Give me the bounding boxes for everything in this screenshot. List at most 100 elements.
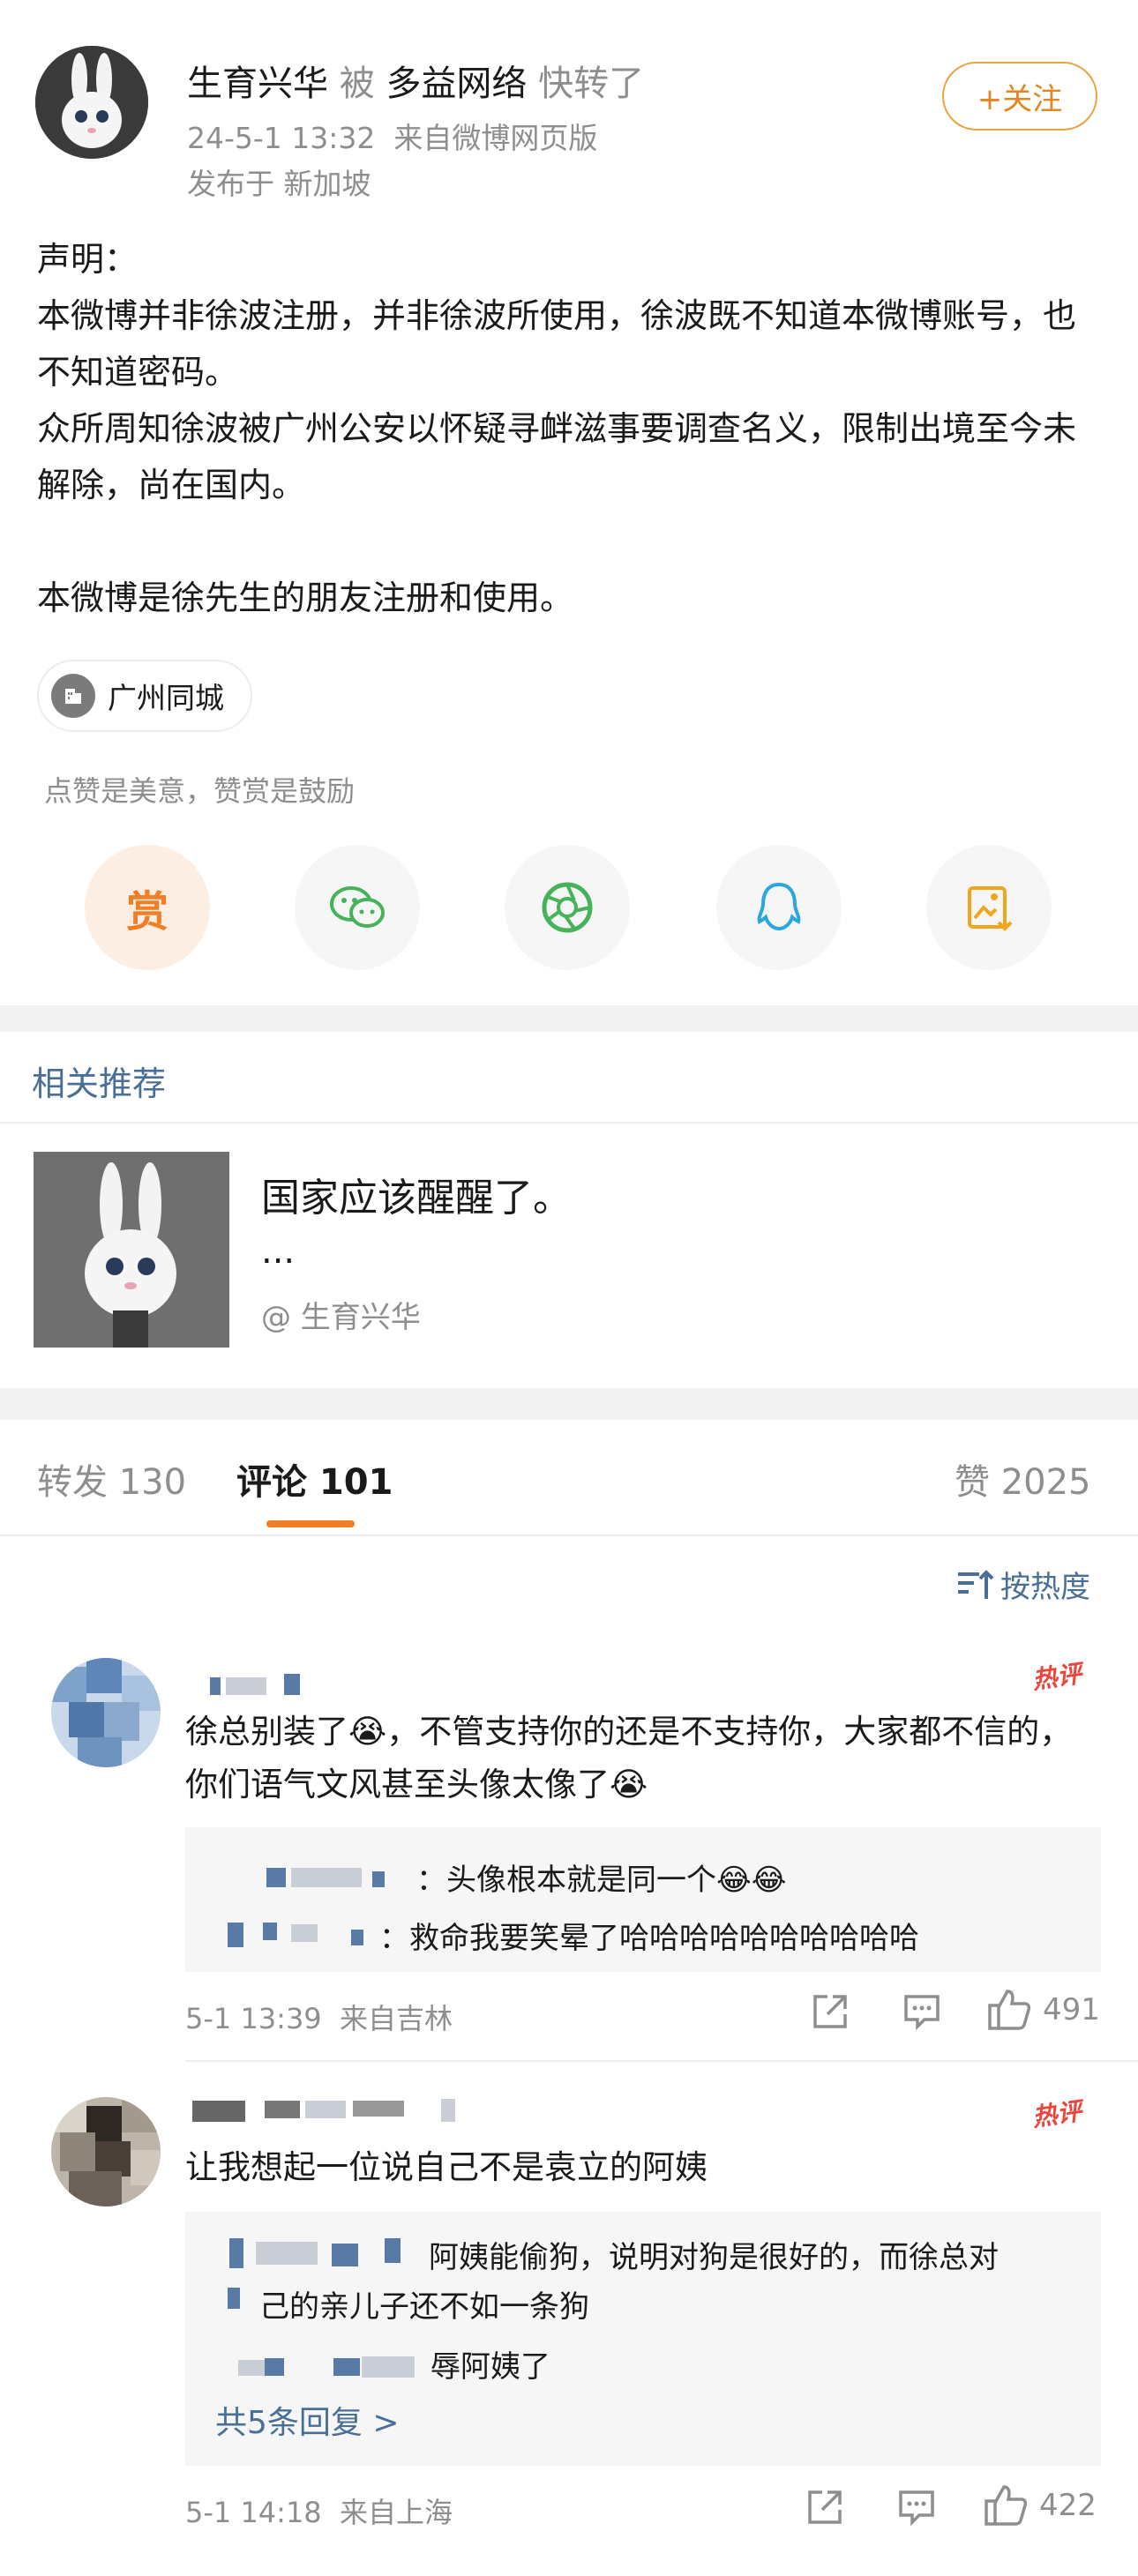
reply-comment-button[interactable] — [896, 2487, 937, 2527]
moments-icon — [542, 882, 593, 933]
repost-comment-button[interactable] — [805, 2487, 845, 2527]
blurred-reply-user — [228, 1923, 243, 1947]
blurred-reply-user — [265, 2358, 284, 2376]
like-count: 491 — [1043, 1992, 1100, 2027]
follow-button[interactable]: +关注 — [942, 62, 1097, 131]
post-source: 来自微博网页版 — [393, 121, 598, 155]
rabbit-avatar-image — [35, 46, 148, 159]
reposter-name[interactable]: 多益网络 — [386, 63, 527, 104]
blurred-reply-user — [333, 2358, 360, 2376]
reply-line: 阿姨能偷狗，说明对狗是很好的，而徐总对 — [429, 2240, 999, 2275]
tab-repost[interactable]: 转发 130 — [37, 1453, 186, 1505]
blurred-username — [226, 1677, 266, 1695]
recommend-headline[interactable]: 国家应该醒醒了。 — [261, 1166, 572, 1222]
reply-line: ：头像根本就是同一个😂😂 — [416, 1863, 787, 1898]
section-divider — [0, 1388, 1138, 1420]
recommend-title: 相关推荐 — [32, 1064, 167, 1103]
like-hint: 点赞是美意，赞赏是鼓励 — [44, 774, 356, 808]
blurred-reply-user — [291, 1924, 318, 1942]
like-comment-button[interactable]: 422 — [983, 2483, 1097, 2527]
blurred-reply-user — [385, 2238, 401, 2263]
wechat-share-button[interactable] — [295, 845, 420, 970]
blurred-reply-user — [238, 2360, 265, 2376]
reply-line: ：救命我要笑晕了哈哈哈哈哈哈哈哈哈哈 — [379, 1921, 919, 1956]
divider — [185, 2060, 1138, 2062]
active-tab-indicator — [266, 1520, 355, 1527]
sort-label: 按热度 — [1000, 1570, 1090, 1605]
blurred-reply-user — [291, 1868, 362, 1887]
qq-icon — [757, 882, 801, 931]
author-avatar[interactable] — [35, 46, 148, 159]
blurred-reply-user — [332, 2244, 358, 2266]
reply-line: 己的亲儿子还不如一条狗 — [259, 2289, 589, 2325]
building-icon — [51, 674, 95, 718]
blurred-username — [210, 1677, 221, 1695]
post-body-line: 本微博并非徐波注册，并非徐波所使用，徐波既不知道本微博账号，也不知道密码。 — [37, 296, 1077, 392]
author-name[interactable]: 生育兴华 — [187, 63, 328, 104]
post-location: 发布于 新加坡 — [187, 167, 371, 201]
comment-source: 来自吉林 — [340, 2002, 453, 2035]
comment-meta: 5-1 14:18 来自上海 — [185, 2490, 453, 2531]
blurred-reply-user — [372, 1871, 385, 1887]
qq-share-button[interactable] — [716, 845, 842, 970]
divider — [0, 1122, 1138, 1124]
reward-button[interactable]: 赏 — [85, 845, 210, 970]
blurred-username — [353, 2101, 404, 2117]
recommend-thumbnail[interactable] — [34, 1152, 229, 1348]
blurred-reply-user — [362, 2356, 415, 2378]
connector-text: 被 — [339, 63, 375, 104]
hot-comment-badge: 热评 — [1030, 1659, 1084, 1695]
reply-comment-button[interactable] — [902, 1991, 942, 2032]
share-row: 赏 — [0, 845, 1138, 977]
sort-icon — [958, 1569, 993, 1599]
blurred-username — [305, 2101, 346, 2118]
mosaic-avatar-image — [51, 1658, 161, 1767]
blurred-reply-user — [351, 1930, 363, 1945]
like-count: 422 — [1039, 2488, 1097, 2523]
topic-tag[interactable]: 广州同城 — [37, 660, 252, 732]
comment-icon — [904, 1995, 940, 2031]
blurred-username — [441, 2099, 455, 2122]
recommend-author[interactable]: @ 生育兴华 — [261, 1293, 421, 1336]
post-meta: 24-5-1 13:32 来自微博网页版 — [187, 115, 597, 157]
topic-tag-label: 广州同城 — [108, 681, 224, 715]
comment-text: 徐总别装了😭，不管支持你的还是不支持你，大家都不信的，你们语气文风甚至头像太像了… — [185, 1713, 1073, 1803]
wechat-icon — [330, 886, 385, 928]
comment-time: 5-1 13:39 — [185, 2002, 322, 2035]
blurred-username — [192, 2101, 245, 2122]
comment-icon — [899, 2490, 934, 2527]
commenter-avatar[interactable] — [51, 1658, 161, 1767]
share-icon — [808, 2490, 842, 2524]
rabbit-thumbnail-image — [34, 1152, 229, 1348]
sort-button[interactable]: 按热度 — [956, 1563, 1090, 1606]
post-header-line: 生育兴华 被 多益网络 快转了 — [187, 55, 644, 106]
reply-box[interactable]: ：头像根本就是同一个😂😂 ：救命我要笑晕了哈哈哈哈哈哈哈哈哈哈 — [185, 1827, 1101, 1972]
recommend-ellipsis: ... — [261, 1231, 296, 1272]
commenter-avatar[interactable] — [51, 2097, 161, 2206]
like-comment-button[interactable]: 491 — [986, 1988, 1100, 2032]
moments-share-button[interactable] — [505, 845, 630, 970]
blurred-username — [284, 1674, 300, 1695]
blurred-reply-user — [256, 2242, 318, 2265]
blurred-reply-user — [229, 2238, 243, 2268]
repost-comment-button[interactable] — [810, 1991, 850, 2032]
hot-comment-badge: 热评 — [1030, 2096, 1084, 2132]
reward-label: 赏 — [125, 887, 168, 937]
post-time: 24-5-1 13:32 — [187, 121, 376, 155]
reply-line: 辱阿姨了 — [430, 2349, 550, 2385]
tab-comment[interactable]: 评论 101 — [236, 1453, 393, 1505]
post-body-line: 众所周知徐波被广州公安以怀疑寻衅滋事要调查名义，限制出境至今未解除，尚在国内。 — [37, 409, 1077, 504]
post-body-line — [37, 513, 1104, 570]
comment-text: 让我想起一位说自己不是袁立的阿姨 — [185, 2148, 708, 2186]
thumbs-up-icon — [988, 1990, 1031, 2030]
repost-action: 快转了 — [538, 63, 645, 104]
blurred-reply-user — [228, 2288, 240, 2309]
section-divider — [0, 1005, 1138, 1032]
tab-like[interactable]: 赞 2025 — [955, 1453, 1091, 1505]
blurred-reply-user — [263, 1923, 277, 1940]
more-replies-link[interactable]: 共5条回复 > — [215, 2397, 400, 2443]
save-image-icon — [968, 886, 1013, 931]
post-body-line: 声明： — [37, 240, 139, 279]
save-image-button[interactable] — [926, 845, 1052, 970]
reply-box[interactable]: 阿姨能偷狗，说明对狗是很好的，而徐总对 己的亲儿子还不如一条狗 辱阿姨了 共5条… — [185, 2212, 1101, 2466]
